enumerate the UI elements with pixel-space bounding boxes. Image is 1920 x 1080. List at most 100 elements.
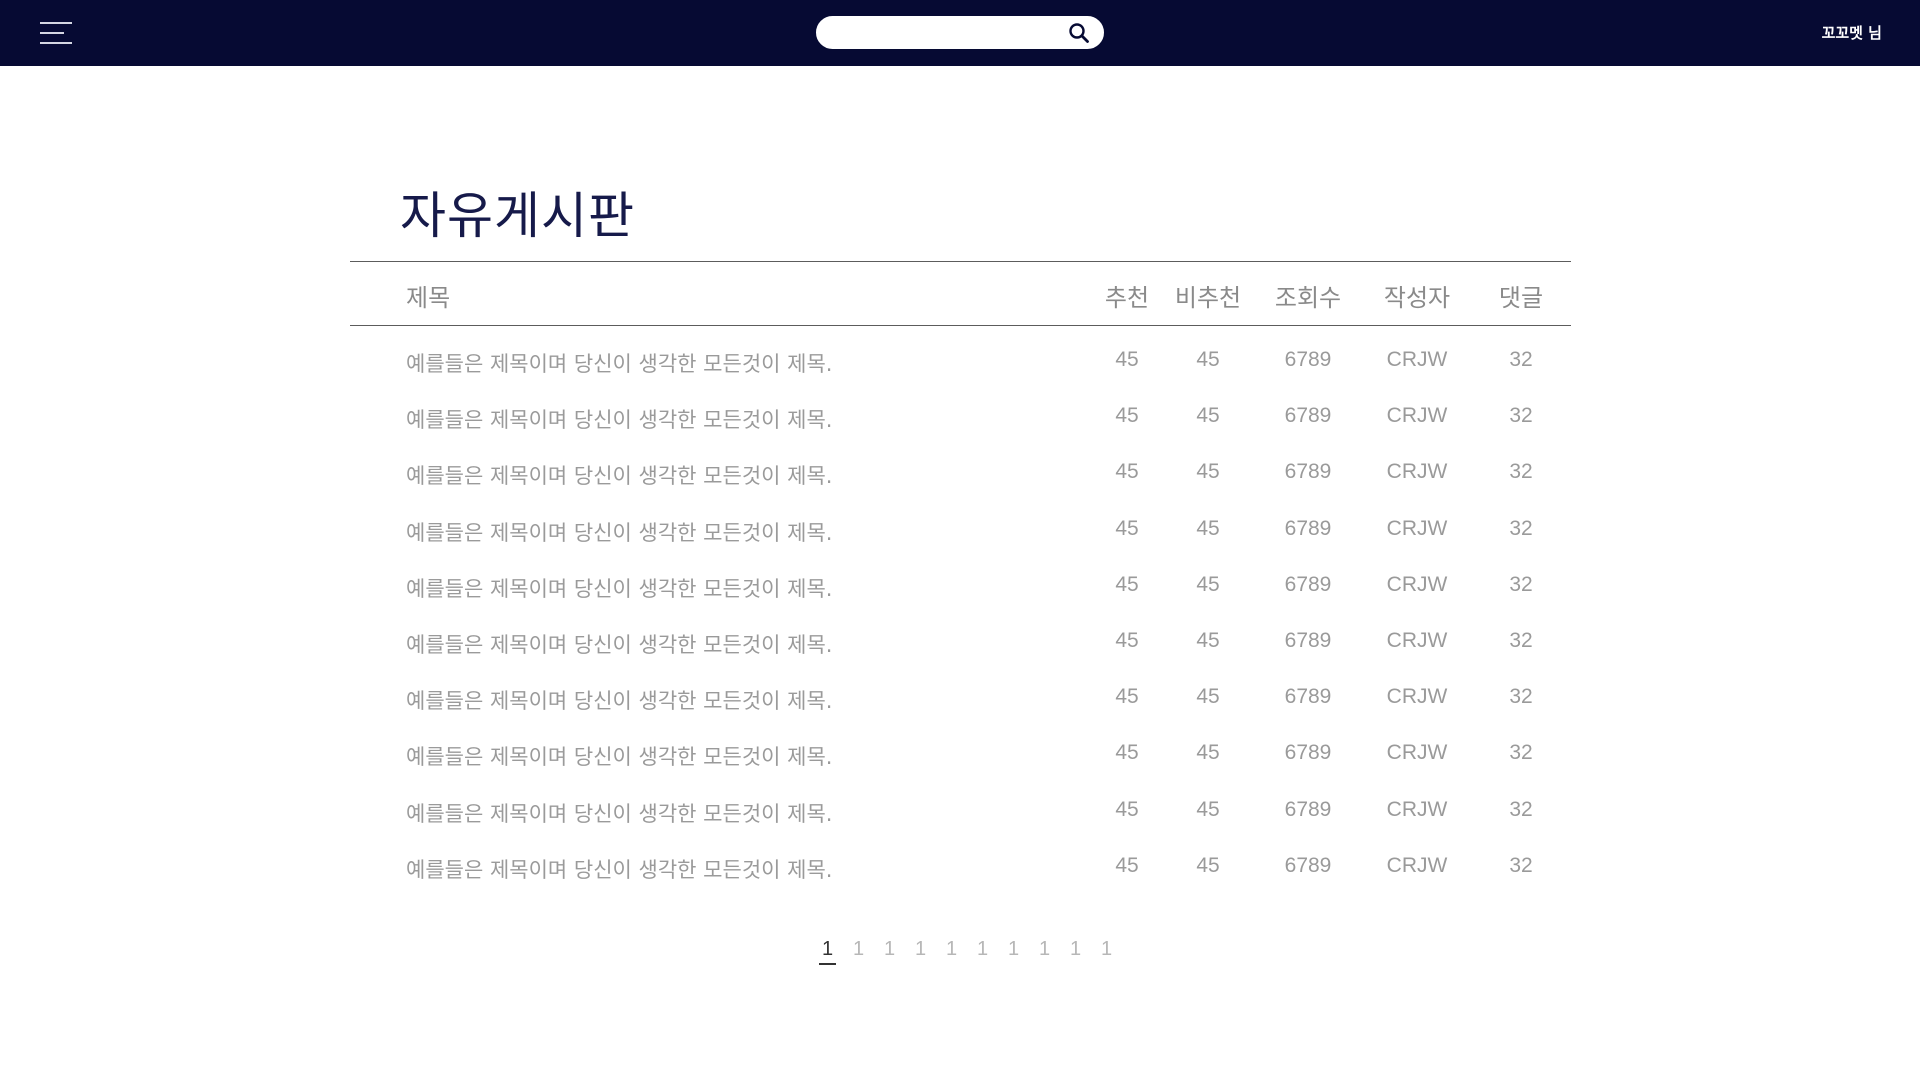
table-row[interactable]: 예를들은 제목이며 당신이 생각한 모든것이 제목. 45 45 6789 CRJW 32 <box>350 551 1571 607</box>
upvote-count: 45 <box>1115 741 1139 765</box>
page-link[interactable]: 1 <box>905 938 936 971</box>
upvote-count: 45 <box>1115 348 1139 371</box>
view-count: 6789 <box>1284 404 1332 428</box>
page-number: 1 <box>1007 938 1020 960</box>
comment-count: 32 <box>1509 348 1533 371</box>
page-title: 자유게시판 <box>400 187 635 245</box>
post-title-link[interactable]: 예를들은 제목이며 당신이 생각한 모든것이 제목. <box>406 798 832 828</box>
pagination: 1111111111 <box>812 938 1122 971</box>
downvote-count: 45 <box>1196 853 1220 877</box>
top-navigation-bar: 꼬꼬멧 님 <box>0 0 1920 66</box>
page-link[interactable]: 1 <box>1029 938 1060 971</box>
comment-count: 32 <box>1509 516 1533 540</box>
view-count: 6789 <box>1284 853 1332 877</box>
view-count: 6789 <box>1284 348 1332 371</box>
user-name-link[interactable]: 꼬꼬멧 님 <box>1822 22 1882 43</box>
downvote-count: 45 <box>1196 572 1220 596</box>
page-number: 1 <box>883 938 896 960</box>
post-title-link[interactable]: 예를들은 제목이며 당신이 생각한 모든것이 제목. <box>406 404 832 434</box>
downvote-count: 45 <box>1196 741 1220 765</box>
page-number: 1 <box>818 938 837 965</box>
table-row[interactable]: 예를들은 제목이며 당신이 생각한 모든것이 제목. 45 45 6789 CRJW 32 <box>350 438 1571 494</box>
page-number: 1 <box>1069 938 1082 960</box>
post-title-link[interactable]: 예를들은 제목이며 당신이 생각한 모든것이 제목. <box>406 348 832 378</box>
table-row[interactable]: 예를들은 제목이며 당신이 생각한 모든것이 제목. 45 45 6789 CRJW 32 <box>350 663 1571 719</box>
page-link[interactable]: 1 <box>843 938 874 971</box>
column-header-title: 제목 <box>406 284 451 312</box>
table-row[interactable]: 예를들은 제목이며 당신이 생각한 모든것이 제목. 45 45 6789 CRJW 32 <box>350 326 1571 382</box>
upvote-count: 45 <box>1115 628 1139 652</box>
hamburger-menu-icon[interactable] <box>40 21 72 45</box>
author-name: CRJW <box>1386 516 1448 540</box>
page-number: 1 <box>914 938 927 960</box>
table-row[interactable]: 예를들은 제목이며 당신이 생각한 모든것이 제목. 45 45 6789 CRJW 32 <box>350 382 1571 438</box>
author-name: CRJW <box>1386 404 1448 428</box>
table-row[interactable]: 예를들은 제목이며 당신이 생각한 모든것이 제목. 45 45 6789 CRJW 32 <box>350 719 1571 775</box>
page-link[interactable]: 1 <box>1060 938 1091 971</box>
downvote-count: 45 <box>1196 685 1220 709</box>
post-title-link[interactable]: 예를들은 제목이며 당신이 생각한 모든것이 제목. <box>406 854 832 884</box>
upvote-count: 45 <box>1115 685 1139 709</box>
page-number: 1 <box>852 938 865 960</box>
column-header-downvotes: 비추천 <box>1174 284 1242 312</box>
view-count: 6789 <box>1284 460 1332 484</box>
view-count: 6789 <box>1284 797 1332 821</box>
page-link[interactable]: 1 <box>1091 938 1122 971</box>
search-bar <box>816 16 1104 49</box>
upvote-count: 45 <box>1115 516 1139 540</box>
downvote-count: 45 <box>1196 404 1220 428</box>
comment-count: 32 <box>1509 853 1533 877</box>
view-count: 6789 <box>1284 572 1332 596</box>
post-title-link[interactable]: 예를들은 제목이며 당신이 생각한 모든것이 제목. <box>406 517 832 547</box>
downvote-count: 45 <box>1196 628 1220 652</box>
column-header-upvotes: 추천 <box>1104 284 1150 312</box>
comment-count: 32 <box>1509 685 1533 709</box>
downvote-count: 45 <box>1196 516 1220 540</box>
search-input[interactable] <box>831 21 1051 44</box>
author-name: CRJW <box>1386 797 1448 821</box>
page-link[interactable]: 1 <box>967 938 998 971</box>
post-title-link[interactable]: 예를들은 제목이며 당신이 생각한 모든것이 제목. <box>406 685 832 715</box>
table-row[interactable]: 예를들은 제목이며 당신이 생각한 모든것이 제목. 45 45 6789 CRJW 32 <box>350 607 1571 663</box>
view-count: 6789 <box>1284 741 1332 765</box>
comment-count: 32 <box>1509 741 1533 765</box>
view-count: 6789 <box>1284 516 1332 540</box>
column-header-author: 작성자 <box>1383 284 1451 312</box>
author-name: CRJW <box>1386 572 1448 596</box>
comment-count: 32 <box>1509 404 1533 428</box>
comment-count: 32 <box>1509 572 1533 596</box>
post-title-link[interactable]: 예를들은 제목이며 당신이 생각한 모든것이 제목. <box>406 573 832 603</box>
page-number: 1 <box>1038 938 1051 960</box>
author-name: CRJW <box>1386 628 1448 652</box>
page-link[interactable]: 1 <box>874 938 905 971</box>
table-row[interactable]: 예를들은 제목이며 당신이 생각한 모든것이 제목. 45 45 6789 CRJW 32 <box>350 832 1571 888</box>
table-row[interactable]: 예를들은 제목이며 당신이 생각한 모든것이 제목. 45 45 6789 CRJW 32 <box>350 776 1571 832</box>
column-header-comments: 댓글 <box>1498 284 1544 312</box>
upvote-count: 45 <box>1115 853 1139 877</box>
author-name: CRJW <box>1386 853 1448 877</box>
table-row[interactable]: 예를들은 제목이며 당신이 생각한 모든것이 제목. 45 45 6789 CRJW 32 <box>350 495 1571 551</box>
page-number: 1 <box>976 938 989 960</box>
comment-count: 32 <box>1509 460 1533 484</box>
post-title-link[interactable]: 예를들은 제목이며 당신이 생각한 모든것이 제목. <box>406 741 832 771</box>
page-number: 1 <box>1100 938 1113 960</box>
downvote-count: 45 <box>1196 348 1220 371</box>
board-table-header: 제목 추천 비추천 조회수 작성자 댓글 <box>350 261 1571 326</box>
page-link[interactable]: 1 <box>998 938 1029 971</box>
board-table: 제목 추천 비추천 조회수 작성자 댓글 예를들은 제목이며 당신이 생각한 모… <box>350 261 1571 888</box>
comment-count: 32 <box>1509 628 1533 652</box>
author-name: CRJW <box>1386 348 1448 371</box>
author-name: CRJW <box>1386 741 1448 765</box>
board-rows: 예를들은 제목이며 당신이 생각한 모든것이 제목. 45 45 6789 CRJW 32… <box>350 326 1571 888</box>
search-icon[interactable] <box>1067 21 1091 45</box>
view-count: 6789 <box>1284 628 1332 652</box>
comment-count: 32 <box>1509 797 1533 821</box>
page-link[interactable]: 1 <box>812 938 843 971</box>
upvote-count: 45 <box>1115 404 1139 428</box>
post-title-link[interactable]: 예를들은 제목이며 당신이 생각한 모든것이 제목. <box>406 629 832 659</box>
post-title-link[interactable]: 예를들은 제목이며 당신이 생각한 모든것이 제목. <box>406 460 832 490</box>
upvote-count: 45 <box>1115 572 1139 596</box>
view-count: 6789 <box>1284 685 1332 709</box>
author-name: CRJW <box>1386 685 1448 709</box>
page-link[interactable]: 1 <box>936 938 967 971</box>
